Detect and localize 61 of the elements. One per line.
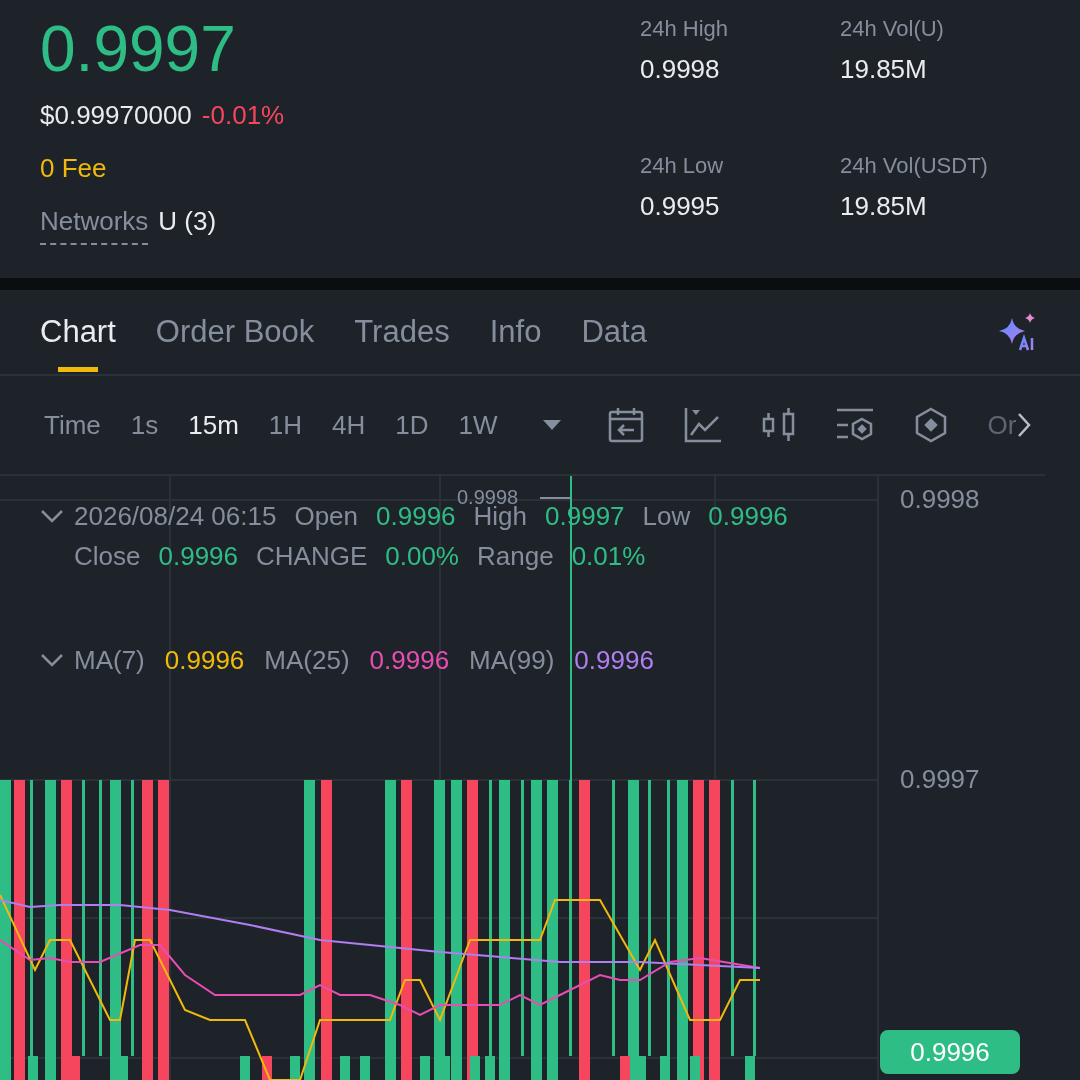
interval-option[interactable]: 1H	[268, 409, 303, 441]
ohlc-label: CHANGE	[256, 540, 368, 573]
stat-value: 19.85M	[840, 191, 928, 222]
hexagon-icon[interactable]	[913, 407, 948, 443]
more-tools-label[interactable]: Or	[987, 409, 1017, 441]
ohlc-value: 0.9996	[708, 500, 788, 533]
chevron-down-icon[interactable]	[40, 652, 64, 668]
candle	[262, 1056, 272, 1080]
ma-label: MA(7)	[74, 644, 145, 677]
price-axis-label: 0.9997	[900, 764, 980, 795]
stat-label: 24h Vol(USDT)	[840, 153, 989, 179]
candle	[360, 1056, 370, 1080]
tab[interactable]: Trades	[354, 300, 450, 364]
ma-value: 0.9996	[574, 644, 654, 677]
stat-label: 24h High	[640, 16, 730, 42]
networks-label[interactable]: Networks	[40, 206, 149, 245]
interval-option[interactable]: 4H	[332, 409, 366, 441]
interval-option[interactable]: Time	[44, 409, 101, 441]
ohlc-label: Range	[477, 540, 554, 573]
fee-label: 0 Fee	[40, 153, 108, 184]
interval-option[interactable]: 1D	[395, 409, 429, 441]
ohlc-value: 0.9996	[158, 540, 238, 573]
interval-option[interactable]: 1s	[130, 409, 159, 441]
current-price-badge: 0.9996	[880, 1030, 1020, 1074]
line-chart-icon[interactable]	[683, 407, 722, 443]
tab[interactable]: Data	[581, 300, 647, 364]
last-price: 0.9997	[40, 14, 237, 84]
candle	[340, 1056, 350, 1080]
chevron-down-icon[interactable]	[40, 508, 64, 524]
chevron-right-icon[interactable]	[1016, 412, 1031, 438]
ma-value: 0.9996	[369, 644, 450, 677]
tab[interactable]: Info	[489, 300, 542, 364]
stat-value: 0.9995	[640, 191, 721, 222]
calendar-icon[interactable]	[607, 407, 644, 443]
networks-value: U (3)	[158, 206, 217, 237]
ohlc-value: 0.9996	[376, 500, 456, 533]
stat-value: 0.9998	[640, 54, 721, 85]
stat-label: 24h Low	[640, 153, 725, 179]
ma-label: MA(99)	[469, 644, 555, 677]
dropdown-caret-icon[interactable]	[541, 419, 562, 431]
ohlc-value: 0.01%	[571, 540, 646, 573]
ohlc-label: Open	[294, 500, 359, 533]
candle-datetime: 2026/08/24 06:15	[74, 500, 277, 533]
ohlc-label: Close	[74, 540, 141, 573]
interval-option[interactable]: 1W	[458, 409, 498, 441]
interval-option[interactable]: 15m	[188, 409, 239, 441]
ohlc-label: Low	[642, 500, 691, 533]
tab[interactable]: Order Book	[155, 300, 315, 364]
candle	[290, 1056, 300, 1080]
price-axis-label: 0.9998	[900, 484, 980, 515]
candlestick-icon[interactable]	[761, 407, 796, 443]
ma-value: 0.9996	[164, 644, 245, 677]
price-change: -0.01%	[201, 100, 285, 131]
candle	[420, 1056, 430, 1080]
stat-label: 24h Vol(U)	[840, 16, 945, 42]
candle	[240, 1056, 250, 1080]
ohlc-value: 0.00%	[385, 540, 459, 573]
indicator-settings-icon[interactable]	[835, 407, 874, 443]
stat-value: 19.85M	[840, 54, 928, 85]
ma-label: MA(25)	[264, 644, 350, 677]
usd-price: $0.99970000	[40, 100, 192, 131]
